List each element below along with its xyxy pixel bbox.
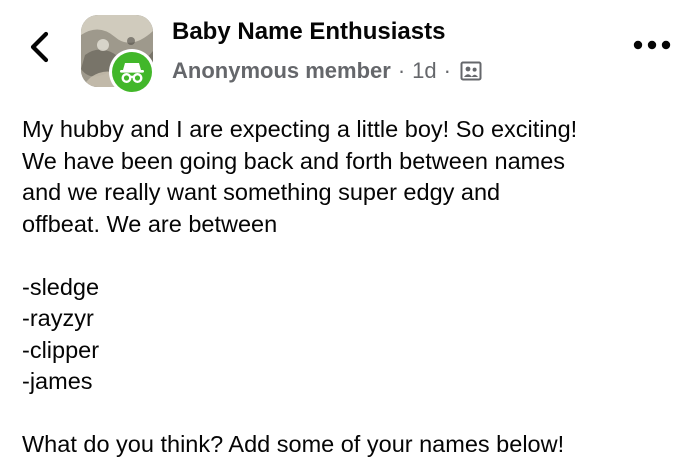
post-text-line: offbeat. We are between bbox=[22, 210, 278, 237]
post-header: Baby Name Enthusiasts Anonymous member ·… bbox=[0, 0, 700, 100]
avatar[interactable] bbox=[81, 15, 155, 95]
name-option: -rayzyr bbox=[22, 305, 94, 331]
post-meta: Anonymous member · 1d · bbox=[172, 56, 482, 86]
post-text-line: and we really want something super edgy … bbox=[22, 179, 501, 205]
meta-separator: · bbox=[397, 58, 406, 83]
name-option: -sledge bbox=[22, 273, 100, 300]
group-name[interactable]: Baby Name Enthusiasts bbox=[172, 18, 445, 46]
more-button[interactable] bbox=[632, 38, 672, 52]
author-name[interactable]: Anonymous member bbox=[172, 58, 391, 84]
post-text-line: We have been going back and forth betwee… bbox=[22, 147, 566, 174]
back-button[interactable] bbox=[26, 30, 54, 64]
post-closing-line: What do you think? Add some of your name… bbox=[22, 431, 565, 457]
name-option: -james bbox=[22, 368, 93, 394]
name-option: -clipper bbox=[22, 336, 100, 363]
post-time[interactable]: 1d bbox=[412, 58, 436, 84]
members-only-icon bbox=[460, 61, 482, 81]
incognito-icon bbox=[120, 63, 144, 84]
chevron-left-icon bbox=[30, 31, 49, 63]
post-text-line: My hubby and I are expecting a little bo… bbox=[22, 116, 578, 142]
anonymous-badge bbox=[109, 49, 155, 95]
post-body: My hubby and I are expecting a little bo… bbox=[22, 114, 692, 461]
meta-separator: · bbox=[443, 58, 451, 83]
more-dots-icon bbox=[633, 40, 671, 50]
